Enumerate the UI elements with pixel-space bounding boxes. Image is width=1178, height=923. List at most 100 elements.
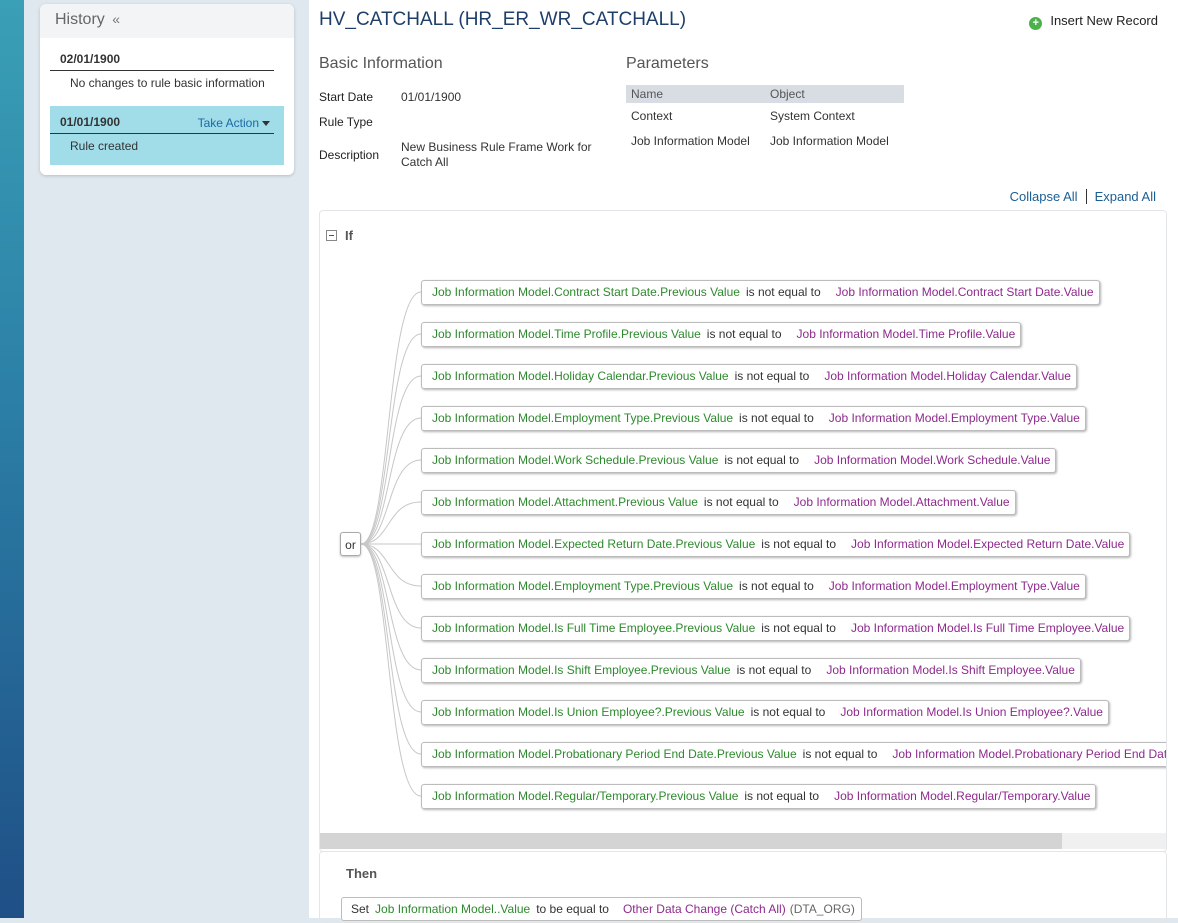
description-value: New Business Rule Frame Work for Catch A… <box>401 140 592 169</box>
plus-circle-icon: + <box>1029 17 1043 30</box>
insert-new-record-button[interactable]: + Insert New Record <box>1029 13 1158 30</box>
then-label: Then <box>346 866 378 881</box>
condition-right-operand: Job Information Model.Attachment.Value <box>793 495 1010 509</box>
history-panel: History « 02/01/1900 No changes to rule … <box>40 4 294 175</box>
table-row: Job Information Model Job Information Mo… <box>626 128 904 153</box>
condition-right-operand: Job Information Model.Holiday Calendar.V… <box>824 369 1071 383</box>
history-entry-active[interactable]: 01/01/1900 Take Action Rule created <box>50 106 284 165</box>
then-value-code: (DTA_ORG) <box>789 902 855 916</box>
tree-toggle-links: Collapse All Expand All <box>1010 189 1156 204</box>
then-value: Other Data Change (Catch All) <box>622 902 786 916</box>
history-title: History <box>55 11 105 28</box>
description-label: Description <box>319 148 380 162</box>
condition-row[interactable]: Job Information Model.Regular/Temporary.… <box>421 784 1097 809</box>
column-header-object: Object <box>765 85 904 103</box>
condition-left-operand: Job Information Model.Attachment.Previou… <box>432 495 698 509</box>
condition-right-operand: Job Information Model.Regular/Temporary.… <box>834 789 1091 803</box>
condition-operator: is not equal to <box>750 705 826 719</box>
horizontal-scrollbar[interactable] <box>320 833 1166 849</box>
then-action-statement[interactable]: Set Job Information Model..Value to be equ… <box>341 897 862 921</box>
condition-operator: is not equal to <box>706 327 782 341</box>
tree-connector-line <box>360 291 422 545</box>
param-name: Context <box>631 108 673 123</box>
condition-row[interactable]: Job Information Model.Is Shift Employee.… <box>421 658 1081 683</box>
or-operator-node[interactable]: or <box>340 532 361 556</box>
history-entry[interactable]: 02/01/1900 No changes to rule basic info… <box>50 48 284 90</box>
condition-operator: is not equal to <box>761 621 836 635</box>
condition-left-operand: Job Information Model.Time Profile.Previ… <box>432 327 701 341</box>
history-entry-date: 02/01/1900 <box>50 48 274 71</box>
scrollbar-thumb[interactable] <box>320 833 1062 849</box>
condition-right-operand: Job Information Model.Contract Start Dat… <box>835 285 1094 299</box>
condition-right-operand: Job Information Model.Employment Type.Va… <box>828 579 1080 593</box>
condition-operator: is not equal to <box>703 495 779 509</box>
condition-right-operand: Job Information Model.Is Full Time Emplo… <box>850 621 1125 635</box>
caret-down-icon <box>262 121 270 127</box>
parameters-table: Name Object Context System Context Job I… <box>626 85 904 153</box>
condition-operator: is not equal to <box>802 747 878 761</box>
condition-operator: is not equal to <box>734 369 810 383</box>
history-entry-text: Rule created <box>70 139 139 153</box>
condition-row[interactable]: Job Information Model.Is Full Time Emplo… <box>421 616 1131 641</box>
condition-row[interactable]: Job Information Model.Time Profile.Previ… <box>421 322 1022 347</box>
then-section: Then Set Job Information Model..Value to b… <box>319 851 1167 923</box>
condition-right-operand: Job Information Model.Expected Return Da… <box>851 537 1125 551</box>
condition-left-operand: Job Information Model.Probationary Perio… <box>432 747 797 761</box>
tree-connector-line <box>360 543 422 797</box>
condition-left-operand: Job Information Model.Employment Type.Pr… <box>432 579 734 593</box>
condition-row[interactable]: Job Information Model.Holiday Calendar.P… <box>421 364 1077 389</box>
condition-right-operand: Job Information Model.Work Schedule.Valu… <box>814 453 1051 467</box>
condition-left-operand: Job Information Model.Is Full Time Emplo… <box>432 621 756 635</box>
tree-connector-line <box>360 543 422 671</box>
tree-connector-line <box>360 543 422 755</box>
history-entry-text: No changes to rule basic information <box>70 76 265 90</box>
condition-row[interactable]: Job Information Model.Probationary Perio… <box>421 742 1167 767</box>
condition-left-operand: Job Information Model.Regular/Temporary.… <box>432 789 739 803</box>
condition-row[interactable]: Job Information Model.Employment Type.Pr… <box>421 406 1086 431</box>
start-date-value: 01/01/1900 <box>401 90 462 104</box>
parameters-heading: Parameters <box>626 55 709 72</box>
rule-type-label: Rule Type <box>319 115 373 129</box>
condition-row[interactable]: Job Information Model.Work Schedule.Prev… <box>421 448 1057 473</box>
condition-row[interactable]: Job Information Model.Is Union Employee?… <box>421 700 1109 725</box>
condition-right-operand: Job Information Model.Probationary Perio… <box>892 747 1167 761</box>
table-row: Context System Context <box>626 103 904 128</box>
expand-all-link[interactable]: Expand All <box>1095 189 1156 204</box>
param-object: Job Information Model <box>770 133 889 148</box>
take-action-label: Take Action <box>197 116 259 130</box>
rule-detail-main: HV_CATCHALL (HR_ER_WR_CATCHALL) + Insert … <box>309 0 1178 923</box>
condition-right-operand: Job Information Model.Time Profile.Value <box>796 327 1016 341</box>
condition-operator: is not equal to <box>739 411 814 425</box>
condition-row[interactable]: Job Information Model.Employment Type.Pr… <box>421 574 1086 599</box>
condition-operator: is not equal to <box>724 453 800 467</box>
if-section: If or Job Information Model.Contract Sta… <box>319 210 1167 852</box>
condition-row[interactable]: Job Information Model.Expected Return Da… <box>421 532 1131 557</box>
collapse-history-icon[interactable]: « <box>112 11 120 27</box>
condition-operator: is not equal to <box>739 579 814 593</box>
condition-right-operand: Job Information Model.Is Union Employee?… <box>840 705 1103 719</box>
collapse-all-link[interactable]: Collapse All <box>1010 189 1078 204</box>
take-action-dropdown[interactable]: Take Action <box>198 116 270 130</box>
condition-operator: is not equal to <box>761 537 837 551</box>
condition-operator: is not equal to <box>745 285 821 299</box>
page-title: HV_CATCHALL (HR_ER_WR_CATCHALL) <box>319 9 687 30</box>
link-separator <box>1085 189 1087 204</box>
condition-left-operand: Job Information Model.Employment Type.Pr… <box>432 411 734 425</box>
condition-left-operand: Job Information Model.Contract Start Dat… <box>432 285 740 299</box>
history-header: History « <box>40 4 294 38</box>
set-keyword: Set <box>351 902 370 916</box>
start-date-label: Start Date <box>319 90 374 104</box>
tree-connector-line <box>360 417 422 545</box>
condition-right-operand: Job Information Model.Employment Type.Va… <box>828 411 1080 425</box>
condition-left-operand: Job Information Model.Holiday Calendar.P… <box>432 369 729 383</box>
condition-row[interactable]: Job Information Model.Contract Start Dat… <box>421 280 1100 305</box>
condition-left-operand: Job Information Model.Is Shift Employee.… <box>432 663 731 677</box>
condition-operator: is not equal to <box>736 663 812 677</box>
left-accent-strip <box>0 0 24 918</box>
then-operator: to be equal to <box>536 902 609 916</box>
then-target-field: Job Information Model..Value <box>375 902 531 916</box>
insert-new-record-label: Insert New Record <box>1050 13 1158 28</box>
condition-row[interactable]: Job Information Model.Attachment.Previou… <box>421 490 1016 515</box>
param-name: Job Information Model <box>631 133 750 148</box>
condition-left-operand: Job Information Model.Work Schedule.Prev… <box>432 453 719 467</box>
